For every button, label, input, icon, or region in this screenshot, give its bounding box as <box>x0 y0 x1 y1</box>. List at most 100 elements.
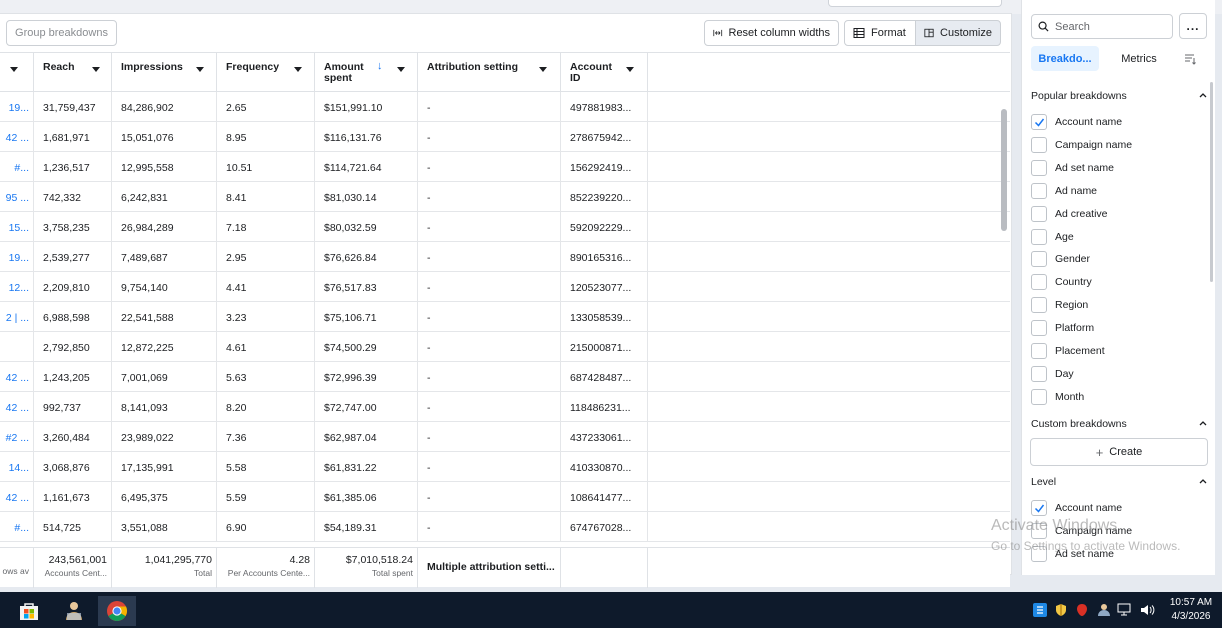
breakdown-option[interactable]: Ad set name <box>1031 159 1208 177</box>
checkbox[interactable] <box>1031 114 1047 130</box>
column-header-name[interactable] <box>0 53 34 92</box>
table-row[interactable]: 19... 31,759,437 84,286,902 2.65 $151,991.10… <box>0 92 1010 122</box>
breakdown-option[interactable]: Ad name <box>1031 182 1208 200</box>
table-row[interactable]: 42 ... 1,161,673 6,495,375 5.59 $61,385.06-1… <box>0 482 1010 512</box>
create-custom-breakdown-button[interactable]: + Create <box>1030 438 1208 466</box>
checkbox[interactable] <box>1031 136 1047 153</box>
table-row[interactable]: 42 ... 1,243,205 7,001,069 5.63 $72,996.39-6… <box>0 362 1010 392</box>
checkbox[interactable] <box>1031 388 1047 405</box>
cell-amount-spent: $80,032.59 <box>315 212 418 242</box>
checkbox[interactable] <box>1031 343 1047 359</box>
checkbox[interactable] <box>1031 159 1047 176</box>
tray-red-app-icon[interactable] <box>1074 600 1090 620</box>
breakdown-option[interactable]: Ad creative <box>1031 205 1208 223</box>
store-app-button[interactable] <box>10 596 48 626</box>
table-row[interactable]: 95 ... 742,332 6,242,831 8.41 $81,030.14-852… <box>0 182 1010 212</box>
cell-name[interactable]: #... <box>0 152 34 182</box>
tray-volume-icon[interactable] <box>1138 600 1156 620</box>
column-header-frequency[interactable]: Frequency <box>217 53 315 92</box>
tray-network-icon[interactable] <box>1116 600 1132 620</box>
checkbox[interactable] <box>1031 228 1047 245</box>
column-header-impressions[interactable]: Impressions <box>112 53 217 92</box>
system-clock[interactable]: 10:57 AM 4/3/2026 <box>1162 596 1220 624</box>
checkbox[interactable] <box>1031 205 1047 222</box>
sort-options-button[interactable] <box>1180 46 1200 71</box>
column-account-id-dropdown-icon[interactable] <box>622 61 638 77</box>
tab-metrics[interactable]: Metrics <box>1114 46 1164 71</box>
user-app-button[interactable] <box>55 596 93 626</box>
table-row[interactable]: 2 | ... 6,988,598 22,541,588 3.23 $75,106.71… <box>0 302 1010 332</box>
cell-name[interactable]: 42 ... <box>0 362 34 392</box>
search-input[interactable]: Search <box>1031 14 1173 39</box>
column-attribution-dropdown-icon[interactable] <box>535 61 551 77</box>
customize-button[interactable]: Customize <box>915 20 1001 46</box>
column-amount-spent-dropdown-icon[interactable] <box>393 61 409 77</box>
column-header-attribution-setting[interactable]: Attribution setting <box>418 53 561 92</box>
breakdown-option[interactable]: Campaign name <box>1031 136 1208 154</box>
tab-breakdowns[interactable]: Breakdo... <box>1031 46 1099 71</box>
popular-breakdowns-header[interactable]: Popular breakdowns <box>1031 90 1208 102</box>
more-options-button[interactable]: ... <box>1179 13 1207 39</box>
checkbox[interactable] <box>1031 320 1047 337</box>
table-row[interactable]: 42 ... 992,737 8,141,093 8.20 $72,747.00-118… <box>0 392 1010 422</box>
table-row[interactable]: 42 ... 1,681,971 15,051,076 8.95 $116,131.76… <box>0 122 1010 152</box>
breakdown-option[interactable]: Age <box>1031 228 1208 246</box>
column-name-dropdown-icon[interactable] <box>6 61 22 77</box>
checkbox[interactable] <box>1031 274 1047 291</box>
cell-name[interactable]: 95 ... <box>0 182 34 212</box>
cell-name[interactable]: 42 ... <box>0 122 34 152</box>
table-row[interactable]: #... 514,725 3,551,088 6.90 $54,189.31-67476… <box>0 512 1010 542</box>
checkbox[interactable] <box>1031 500 1047 516</box>
checkbox[interactable] <box>1031 297 1047 314</box>
tray-user-icon[interactable] <box>1096 600 1112 620</box>
cell-name[interactable]: #... <box>0 512 34 542</box>
breakdown-option[interactable]: Platform <box>1031 319 1208 337</box>
column-reach-dropdown-icon[interactable] <box>88 61 104 77</box>
tray-app-icon[interactable] <box>1032 600 1048 620</box>
cell-name[interactable]: 2 | ... <box>0 302 34 332</box>
cell-name[interactable] <box>0 332 34 362</box>
checkbox[interactable] <box>1031 251 1047 268</box>
column-header-account-id[interactable]: Account ID <box>561 53 648 92</box>
column-impressions-dropdown-icon[interactable] <box>192 61 208 77</box>
table-row[interactable]: #... 1,236,517 12,995,558 10.51 $114,721.64-… <box>0 152 1010 182</box>
breakdown-option[interactable]: Account name <box>1031 499 1208 517</box>
chrome-app-button[interactable] <box>98 596 136 626</box>
cell-name[interactable]: 19... <box>0 242 34 272</box>
group-breakdowns-button[interactable]: Group breakdowns <box>6 20 117 46</box>
breakdown-option[interactable]: Region <box>1031 296 1208 314</box>
column-frequency-dropdown-icon[interactable] <box>290 61 306 77</box>
column-header-amount-spent[interactable]: Amount spent ↓ <box>315 53 418 92</box>
cell-name[interactable]: #2 ... <box>0 422 34 452</box>
checkbox[interactable] <box>1031 182 1047 199</box>
table-scrollbar[interactable] <box>1001 109 1007 231</box>
partial-dropdown[interactable] <box>828 0 1002 7</box>
cell-name[interactable]: 19... <box>0 92 34 122</box>
cell-name[interactable]: 14... <box>0 452 34 482</box>
panel-scrollbar[interactable] <box>1210 82 1213 282</box>
table-row[interactable]: 14... 3,068,876 17,135,991 5.58 $61,831.22-4… <box>0 452 1010 482</box>
table-row[interactable]: #2 ... 3,260,484 23,989,022 7.36 $62,987.04-… <box>0 422 1010 452</box>
cell-name[interactable]: 12... <box>0 272 34 302</box>
format-button[interactable]: Format <box>844 20 916 46</box>
cell-name[interactable]: 42 ... <box>0 482 34 512</box>
checkbox[interactable] <box>1031 365 1047 382</box>
breakdown-option[interactable]: Gender <box>1031 250 1208 268</box>
breakdown-option[interactable]: Account name <box>1031 113 1208 131</box>
breakdown-option[interactable]: Country <box>1031 273 1208 291</box>
level-header[interactable]: Level <box>1031 476 1208 488</box>
breakdown-option[interactable]: Day <box>1031 365 1208 383</box>
table-row[interactable]: 2,792,850 12,872,225 4.61 $74,500.29-215000… <box>0 332 1010 362</box>
cell-name[interactable]: 15... <box>0 212 34 242</box>
breakdown-option[interactable]: Placement <box>1031 342 1208 360</box>
tray-security-icon[interactable] <box>1053 600 1069 620</box>
table-row[interactable]: 15... 3,758,235 26,984,289 7.18 $80,032.59-5… <box>0 212 1010 242</box>
sort-descending-icon[interactable]: ↓ <box>377 61 383 72</box>
table-row[interactable]: 12... 2,209,810 9,754,140 4.41 $76,517.83-12… <box>0 272 1010 302</box>
cell-name[interactable]: 42 ... <box>0 392 34 422</box>
breakdown-option[interactable]: Month <box>1031 388 1208 406</box>
reset-column-widths-button[interactable]: Reset column widths <box>704 20 839 46</box>
custom-breakdowns-header[interactable]: Custom breakdowns <box>1031 418 1208 430</box>
column-header-reach[interactable]: Reach <box>34 53 112 92</box>
table-row[interactable]: 19... 2,539,277 7,489,687 2.95 $76,626.84-89… <box>0 242 1010 272</box>
